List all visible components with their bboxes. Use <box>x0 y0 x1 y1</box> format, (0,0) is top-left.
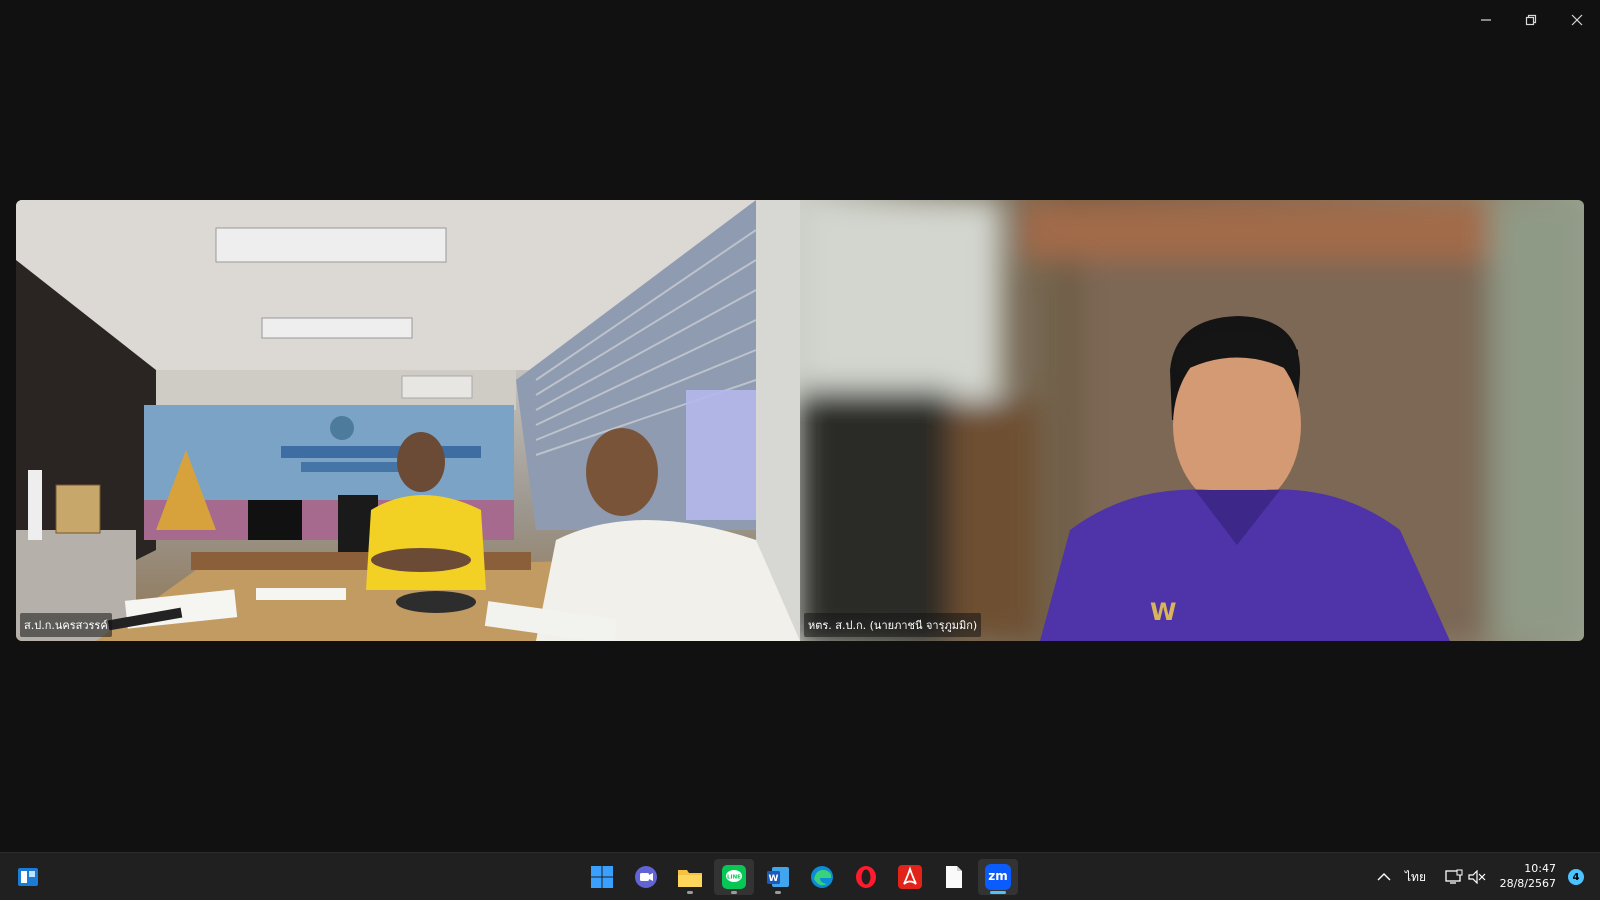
svg-text:W: W <box>1150 598 1176 626</box>
taskbar-zoom[interactable]: zm <box>978 859 1018 895</box>
svg-text:LINE: LINE <box>727 875 741 881</box>
running-indicator <box>775 891 781 894</box>
svg-text:W: W <box>769 874 779 884</box>
taskbar-edge[interactable] <box>802 859 842 895</box>
line-icon: LINE <box>722 865 746 889</box>
taskbar-file-explorer[interactable] <box>670 859 710 895</box>
minimize-button[interactable] <box>1471 8 1501 32</box>
network-button[interactable] <box>1444 853 1464 900</box>
participant-name-label: ส.ป.ก.นครสวรรค์ <box>20 613 112 637</box>
running-indicator <box>990 891 1006 894</box>
teams-chat-icon <box>635 866 657 888</box>
edge-icon <box>811 866 833 888</box>
file-explorer-icon <box>678 870 702 887</box>
minimize-icon <box>1481 19 1491 21</box>
volume-button[interactable] <box>1467 853 1487 900</box>
running-indicator <box>731 891 737 894</box>
word-icon: W <box>767 867 789 887</box>
taskbar-acrobat[interactable] <box>890 859 930 895</box>
volume-muted-icon <box>1468 870 1486 884</box>
windows-start-icon <box>591 866 613 888</box>
video-tile-participant-2[interactable]: W หตร. ส.ป.ก. (นายภาชนี จารุภูมมิก) <box>800 200 1584 641</box>
acrobat-icon <box>898 865 922 889</box>
video-feed-speaker: W <box>800 200 1584 641</box>
chevron-up-icon <box>1377 873 1391 881</box>
input-language-button[interactable]: ไทย <box>1405 853 1426 900</box>
show-hidden-icons-button[interactable] <box>1372 853 1396 900</box>
notepad-icon <box>946 866 962 888</box>
taskbar-line[interactable]: LINE <box>714 859 754 895</box>
taskbar-opera[interactable] <box>846 859 886 895</box>
taskbar: LINE W zm ไทย 10:47 28/8/2567 4 <box>0 852 1600 900</box>
restore-icon <box>1525 14 1537 26</box>
running-indicator <box>687 891 693 894</box>
network-icon <box>1445 869 1463 884</box>
zoom-icon-label: zm <box>988 869 1008 883</box>
restore-button[interactable] <box>1516 8 1546 32</box>
taskbar-teams-chat[interactable] <box>626 859 666 895</box>
clock[interactable]: 10:47 28/8/2567 <box>1500 861 1556 891</box>
clock-date: 28/8/2567 <box>1499 877 1556 890</box>
video-tile-participant-1[interactable]: ส.ป.ก.นครสวรรค์ <box>16 200 800 641</box>
start-button[interactable] <box>582 859 622 895</box>
close-icon <box>1571 14 1583 26</box>
taskbar-word[interactable]: W <box>758 859 798 895</box>
taskbar-notepad[interactable] <box>934 859 974 895</box>
widgets-icon <box>18 868 38 886</box>
close-button[interactable] <box>1562 8 1592 32</box>
clock-time: 10:47 <box>1524 862 1556 875</box>
notification-badge[interactable]: 4 <box>1568 869 1584 885</box>
participant-name-label: หตร. ส.ป.ก. (นายภาชนี จารุภูมมิก) <box>804 613 982 637</box>
widgets-button[interactable] <box>8 859 48 895</box>
video-feed-office-room <box>16 200 800 641</box>
opera-icon <box>856 866 876 888</box>
